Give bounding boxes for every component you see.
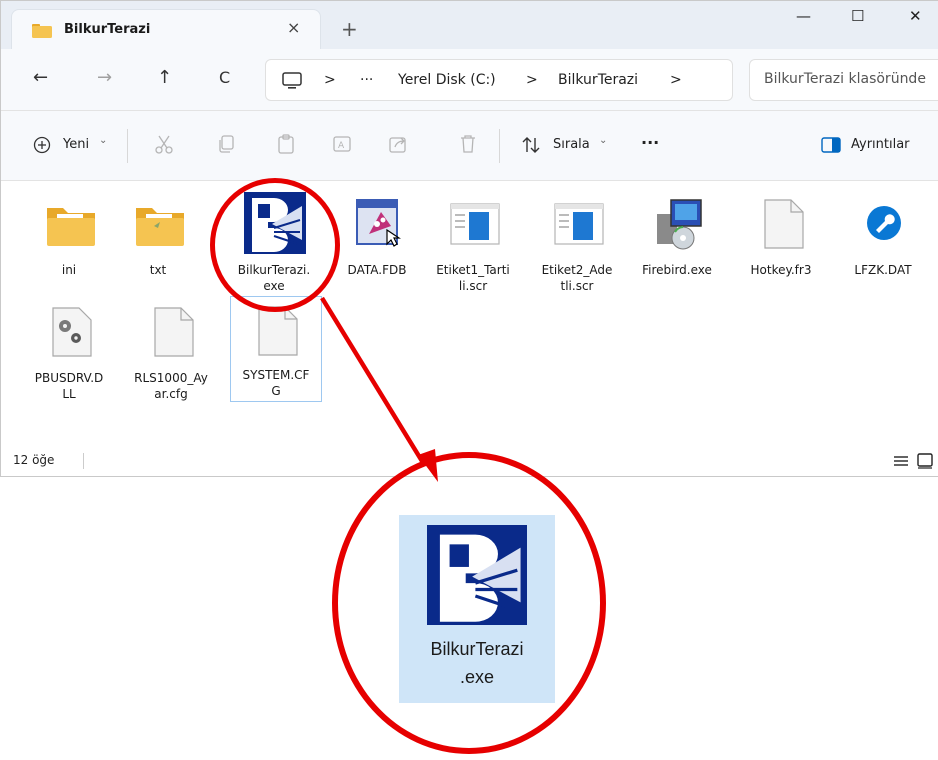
file-name: Hotkey.fr3: [750, 263, 812, 277]
firebird-db-icon: [356, 199, 401, 247]
file-icon: [154, 307, 194, 357]
divider: [127, 129, 128, 163]
file-item[interactable]: LFZK.DAT: [839, 188, 927, 288]
chevron-down-icon: ⌄: [599, 135, 608, 146]
minimize-button[interactable]: —: [796, 7, 811, 25]
file-name: DATA.FDB: [347, 263, 407, 277]
plus-circle-icon[interactable]: [33, 136, 51, 154]
close-tab-icon[interactable]: ×: [287, 18, 300, 37]
installer-icon: [657, 199, 702, 250]
details-view-icon[interactable]: [893, 454, 909, 468]
breadcrumb-separator: >: [670, 72, 682, 88]
copy-icon[interactable]: [215, 133, 237, 155]
file-name: ini: [61, 263, 77, 277]
breadcrumb-more[interactable]: ···: [360, 72, 373, 88]
rename-icon[interactable]: A: [331, 133, 353, 155]
file-name: SYSTEM.CF G: [242, 368, 310, 398]
file-item[interactable]: txt: [114, 188, 202, 288]
breadcrumb-separator: >: [526, 72, 538, 88]
highlight-circle: [210, 178, 340, 312]
breadcrumb-separator: >: [324, 72, 336, 88]
paste-icon[interactable]: [275, 133, 297, 155]
cut-icon[interactable]: [153, 133, 175, 155]
title-bar: BilkurTerazi × + — ☐ ✕: [1, 1, 938, 51]
breadcrumb[interactable]: > ··· Yerel Disk (C:) > BilkurTerazi >: [265, 59, 733, 101]
details-pane-icon[interactable]: [821, 137, 841, 153]
dll-gear-icon: [52, 307, 92, 357]
file-name: LFZK.DAT: [854, 263, 912, 277]
address-bar: ← → ↑ C > ··· Yerel Disk (C:) > BilkurTe…: [1, 49, 938, 111]
divider: [83, 453, 84, 469]
file-item[interactable]: PBUSDRV.D LL: [25, 296, 113, 401]
chevron-down-icon: ⌄: [99, 135, 108, 146]
file-icon: [764, 199, 804, 249]
item-count: 12 öğe: [13, 453, 55, 467]
folder-icon: [32, 24, 52, 38]
computer-icon: [282, 72, 302, 89]
tab-title: BilkurTerazi: [64, 22, 151, 37]
file-item[interactable]: ini: [25, 188, 113, 288]
screensaver-icon: [554, 203, 604, 245]
file-name: Etiket1_Tarti li.scr: [436, 263, 510, 293]
file-item[interactable]: DATA.FDB: [333, 188, 421, 288]
details-button[interactable]: Ayrıntılar: [851, 137, 910, 152]
file-item[interactable]: Etiket2_Ade tli.scr: [533, 188, 621, 293]
settings-wrench-icon: [867, 206, 901, 240]
new-button[interactable]: Yeni: [63, 137, 89, 152]
file-list: ini txt BilkurTerazi. exe DATA.FDB Etike…: [1, 182, 938, 442]
file-name: Etiket2_Ade tli.scr: [541, 263, 613, 293]
file-name: Firebird.exe: [642, 263, 712, 277]
tab-bilkurterazi[interactable]: BilkurTerazi ×: [11, 9, 321, 51]
svg-text:A: A: [338, 141, 345, 151]
zoomed-file-item: BilkurTerazi .exe: [399, 515, 555, 703]
back-button[interactable]: ←: [33, 69, 48, 87]
bilkur-app-icon: [427, 525, 527, 625]
file-name: RLS1000_Ay ar.cfg: [134, 371, 208, 401]
sort-button[interactable]: Sırala: [553, 137, 590, 152]
large-icons-view-icon[interactable]: [917, 453, 933, 469]
file-item[interactable]: RLS1000_Ay ar.cfg: [127, 296, 215, 401]
file-item[interactable]: Etiket1_Tarti li.scr: [429, 188, 517, 293]
file-item[interactable]: Hotkey.fr3: [737, 188, 825, 288]
file-name: txt: [149, 263, 167, 277]
maximize-button[interactable]: ☐: [851, 7, 864, 25]
new-tab-button[interactable]: +: [341, 19, 358, 39]
command-bar: Yeni ⌄ A Sırala ⌄ ··· Ayrıntılar: [1, 111, 938, 181]
search-input[interactable]: [764, 71, 938, 87]
file-item[interactable]: Firebird.exe: [633, 188, 721, 288]
file-explorer-window: BilkurTerazi × + — ☐ ✕ ← → ↑ C > ··· Yer…: [0, 0, 938, 477]
refresh-button[interactable]: C: [219, 69, 230, 87]
close-window-button[interactable]: ✕: [909, 7, 922, 25]
file-name: PBUSDRV.D LL: [34, 371, 104, 401]
delete-icon[interactable]: [457, 133, 479, 155]
breadcrumb-item-local-disk[interactable]: Yerel Disk (C:): [398, 72, 496, 88]
breadcrumb-item-bilkurterazi[interactable]: BilkurTerazi: [558, 72, 638, 88]
zoomed-file-name: BilkurTerazi .exe: [430, 639, 524, 687]
folder-icon: [136, 208, 184, 246]
divider: [499, 129, 500, 163]
screensaver-icon: [450, 203, 500, 245]
more-options-button[interactable]: ···: [641, 133, 659, 152]
folder-icon: [47, 208, 95, 246]
share-icon[interactable]: [387, 133, 409, 155]
forward-button[interactable]: →: [97, 69, 112, 87]
sort-icon[interactable]: [521, 135, 541, 155]
up-button[interactable]: ↑: [157, 69, 172, 87]
search-box[interactable]: [749, 59, 938, 101]
